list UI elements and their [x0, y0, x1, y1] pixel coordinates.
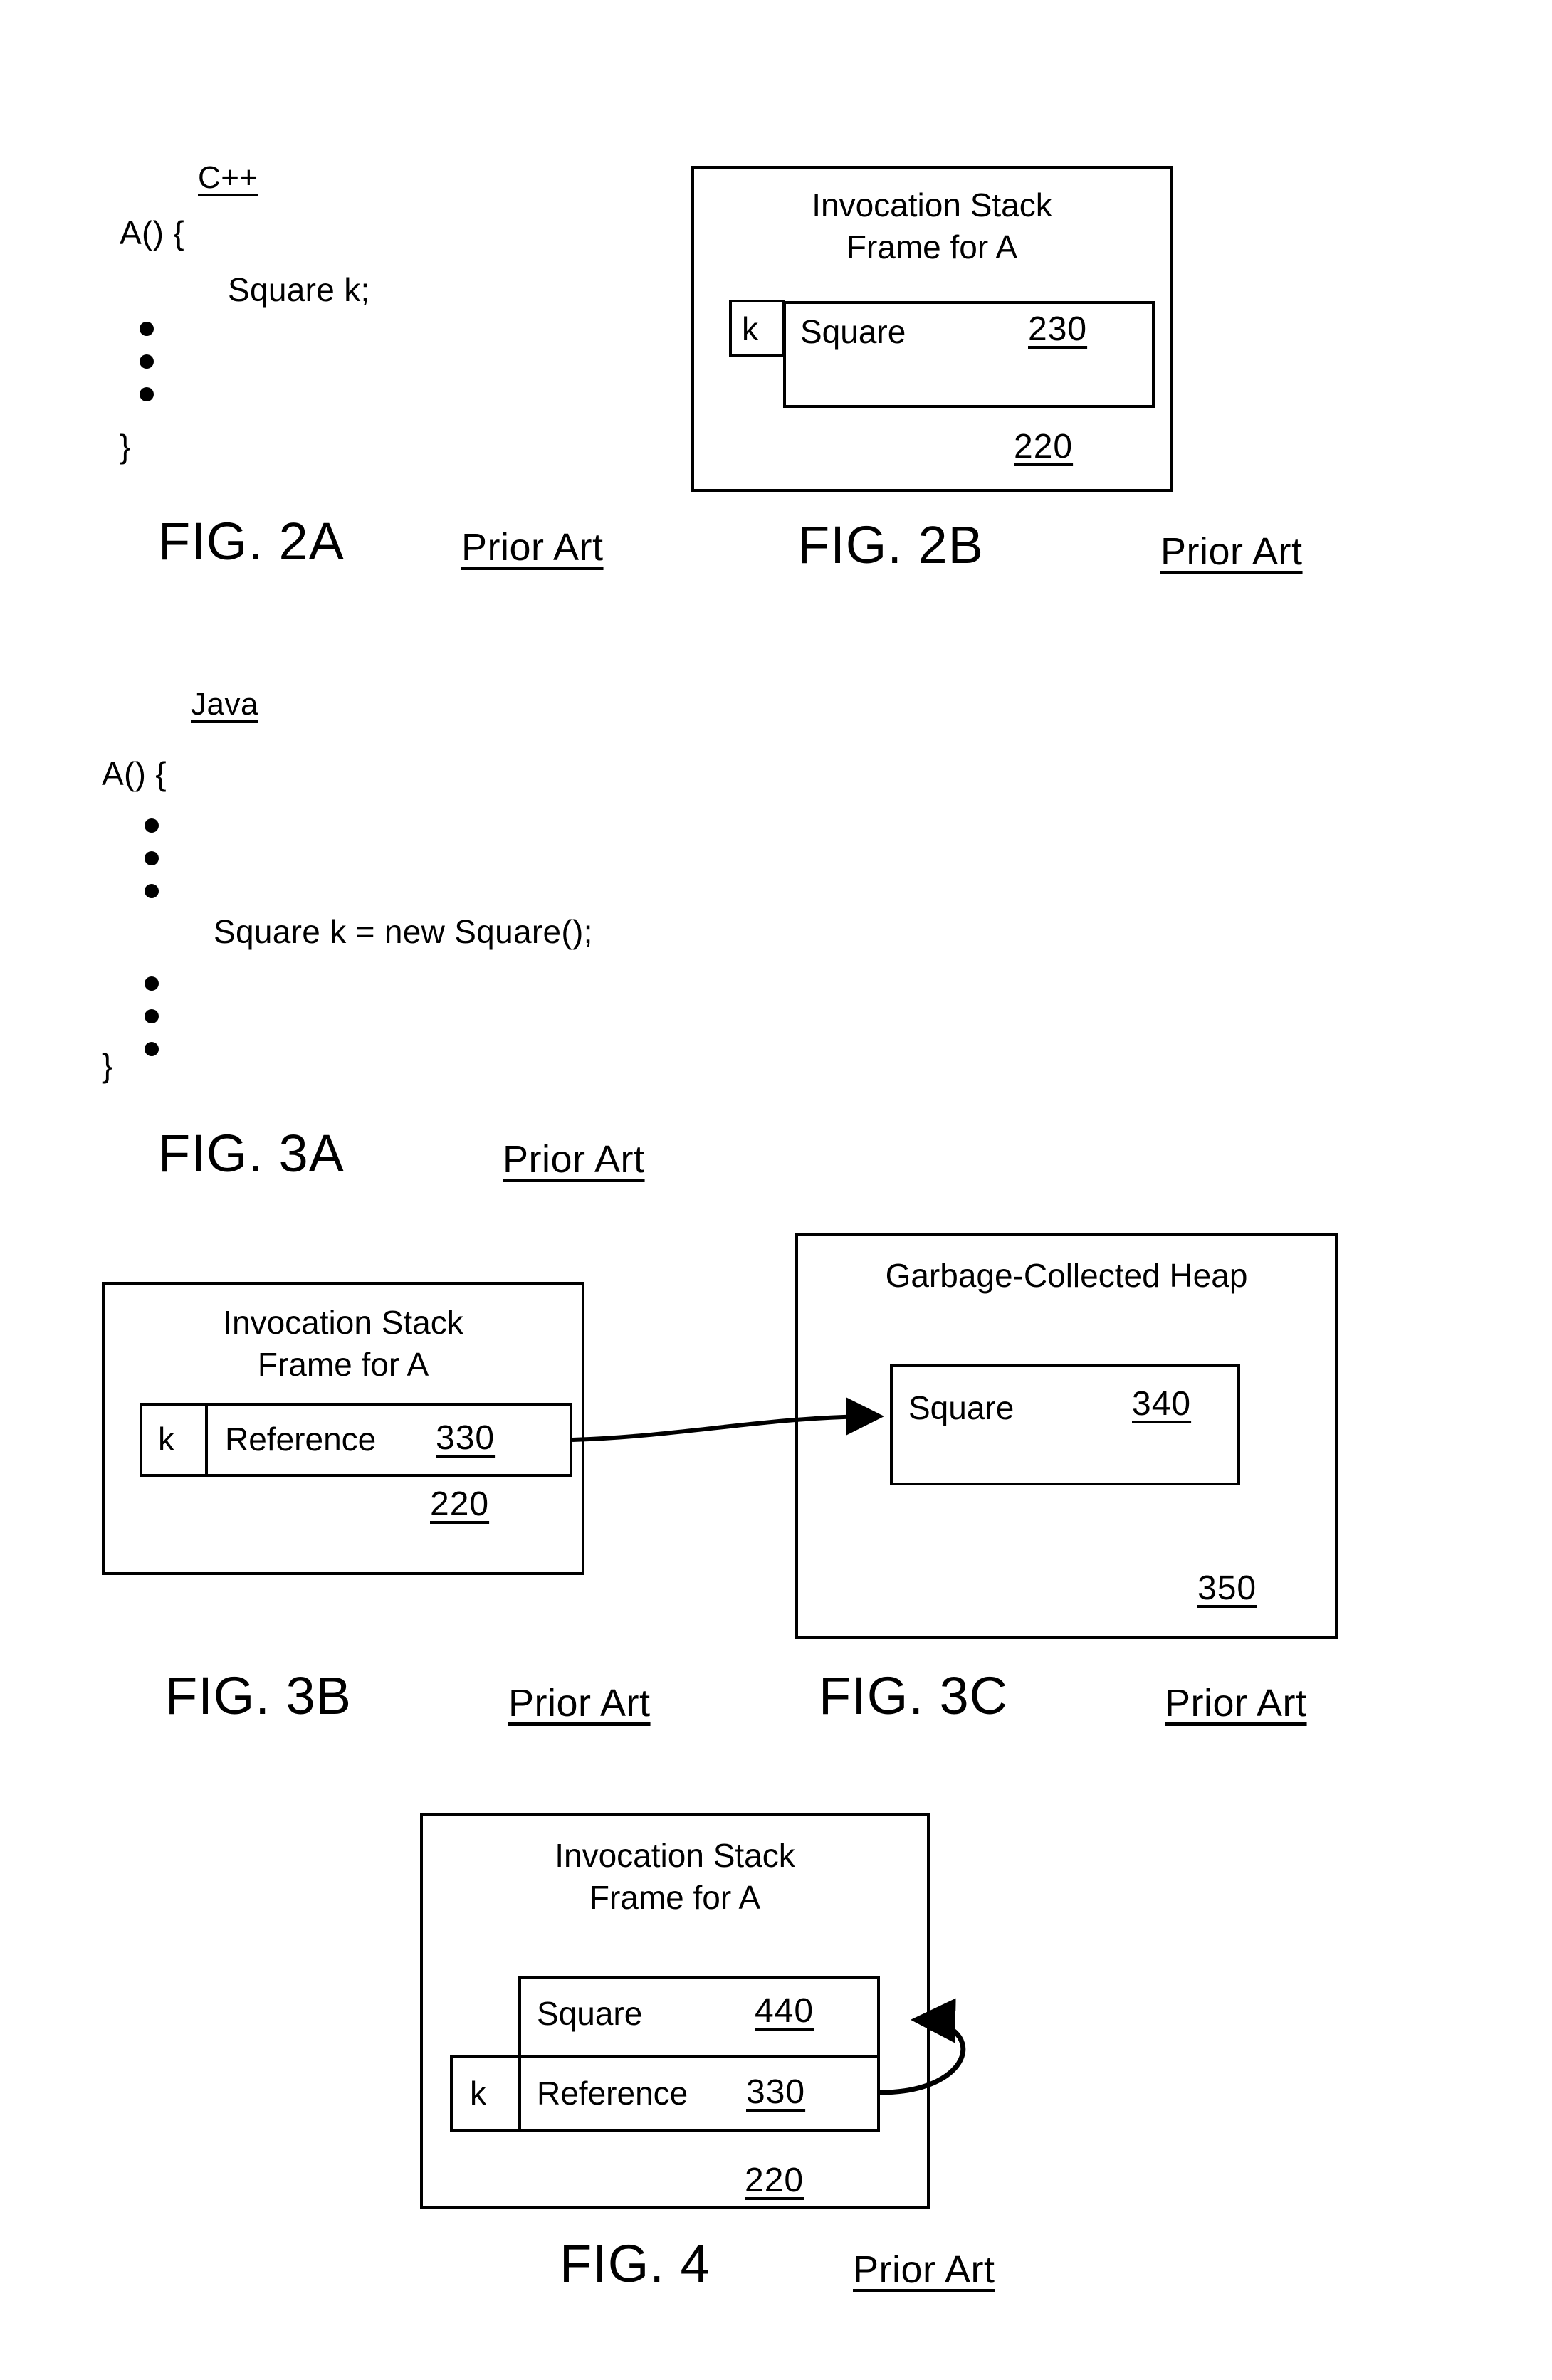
fig2a-prior-art-note: Prior Art — [461, 526, 604, 569]
ellipsis-dot — [145, 851, 159, 865]
fig4-slot-reference-number: 330 — [746, 2073, 806, 2111]
fig2b-object-slot-box: Square 230 — [783, 301, 1155, 408]
fig3b-slot-reference-number: 330 — [436, 1419, 496, 1457]
fig3b-frame-title-line-1: Invocation Stack — [223, 1304, 463, 1341]
fig2b-object-type-label: Square — [800, 313, 906, 350]
fig4-object-reference-number: 440 — [755, 1992, 814, 2030]
fig3a-language-heading: Java — [191, 687, 258, 722]
fig3a-prior-art-note: Prior Art — [503, 1138, 645, 1181]
fig3a-code-line-1: A() { — [102, 755, 167, 792]
fig3a-caption: FIG. 3A — [158, 1124, 345, 1183]
fig4-reference-slot-row: k Reference 330 — [450, 2055, 880, 2132]
fig2b-object-reference-number: 230 — [1028, 310, 1088, 348]
fig4-caption: FIG. 4 — [560, 2234, 711, 2293]
fig3b-frame-reference-number: 220 — [430, 1485, 490, 1523]
fig4-frame-reference-number: 220 — [745, 2162, 804, 2199]
fig3c-object-type-label: Square — [908, 1389, 1014, 1426]
fig4-slot-divider — [518, 2058, 521, 2132]
fig4-object-type-label: Square — [537, 1995, 643, 2032]
fig2b-frame-reference-number: 220 — [1014, 428, 1074, 465]
fig2b-frame-title-line-1: Invocation Stack — [812, 186, 1052, 223]
ellipsis-dot — [140, 387, 154, 401]
fig2b-prior-art-note: Prior Art — [1160, 530, 1303, 573]
fig2b-variable-cell: k — [729, 300, 785, 357]
fig2a-code-line-1: A() { — [120, 214, 184, 251]
fig3c-heap-title: Garbage-Collected Heap — [885, 1257, 1248, 1294]
fig3b-variable-label: k — [158, 1421, 174, 1458]
fig2a-language-heading: C++ — [198, 160, 258, 195]
ellipsis-dot — [145, 884, 159, 898]
fig3c-object-box: Square 340 — [890, 1364, 1240, 1485]
fig4-frame-title: Invocation Stack Frame for A — [423, 1835, 927, 1919]
fig2b-frame-title: Invocation Stack Frame for A — [694, 184, 1170, 268]
fig3a-code-line-2: Square k = new Square(); — [214, 913, 593, 950]
fig4-variable-label: k — [470, 2075, 486, 2112]
fig3b-slot-type-label: Reference — [225, 1421, 377, 1458]
ellipsis-dot — [145, 976, 159, 991]
patent-drawing-sheet: C++ A() { Square k; } FIG. 2A Prior Art … — [0, 0, 1552, 2380]
fig3a-vertical-ellipsis-lower — [145, 976, 160, 1056]
ellipsis-dot — [140, 322, 154, 336]
ellipsis-dot — [140, 354, 154, 369]
fig3c-object-reference-number: 340 — [1132, 1385, 1192, 1423]
fig3b-frame-title: Invocation Stack Frame for A — [105, 1302, 582, 1386]
fig3b-reference-slot-row: k Reference 330 — [140, 1403, 572, 1477]
fig3c-heap-reference-number: 350 — [1197, 1569, 1257, 1607]
ellipsis-dot — [145, 1009, 159, 1023]
fig4-slot-type-label: Reference — [537, 2075, 688, 2112]
fig4-frame-title-line-2: Frame for A — [589, 1878, 761, 1916]
fig2b-frame-title-line-2: Frame for A — [846, 228, 1018, 265]
fig2a-vertical-ellipsis — [140, 322, 155, 401]
fig4-prior-art-note: Prior Art — [853, 2248, 995, 2291]
fig2a-code-line-3: } — [120, 428, 131, 465]
fig3a-code-line-3: } — [102, 1047, 113, 1084]
fig3b-frame-title-line-2: Frame for A — [257, 1345, 429, 1383]
fig2b-variable-label: k — [742, 310, 758, 347]
fig3c-caption: FIG. 3C — [819, 1666, 1009, 1725]
fig2b-caption: FIG. 2B — [797, 515, 984, 574]
fig2a-code-line-2: Square k; — [228, 271, 370, 308]
fig3b-caption: FIG. 3B — [165, 1666, 352, 1725]
ellipsis-dot — [145, 1042, 159, 1056]
fig3b-slot-divider — [205, 1406, 208, 1477]
fig3a-vertical-ellipsis-upper — [145, 818, 160, 898]
fig3c-prior-art-note: Prior Art — [1165, 1682, 1307, 1725]
fig3b-prior-art-note: Prior Art — [508, 1682, 651, 1725]
ellipsis-dot — [145, 818, 159, 833]
fig2a-caption: FIG. 2A — [158, 512, 345, 571]
fig4-frame-title-line-1: Invocation Stack — [555, 1837, 795, 1874]
